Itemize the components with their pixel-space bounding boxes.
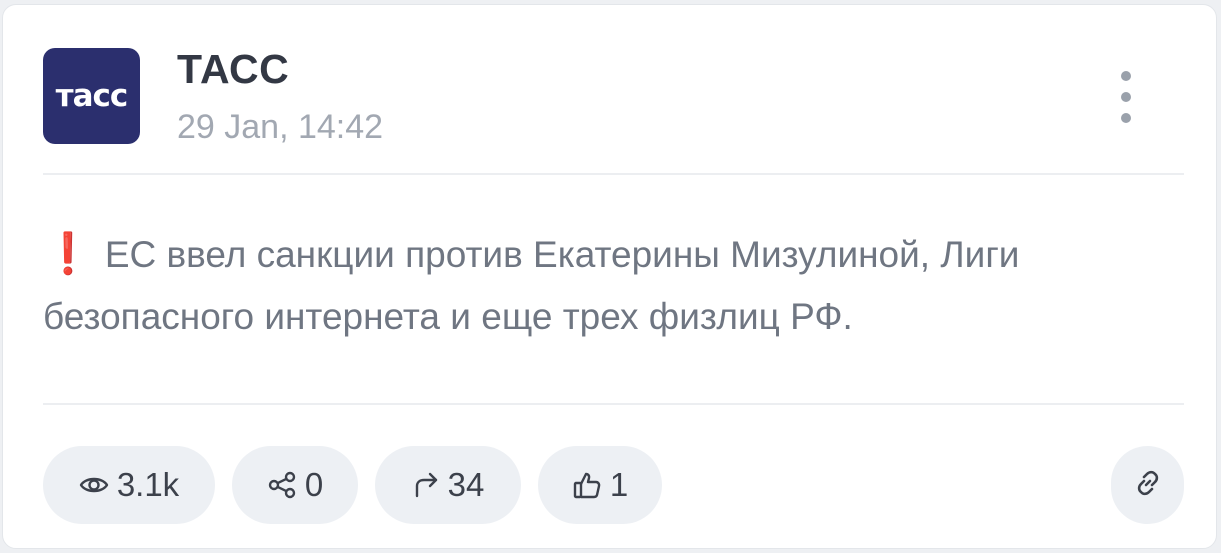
post-text: ❗ ЕС ввел санкции против Екатерины Мизули…	[43, 223, 1193, 348]
channel-logo-text: тасс	[55, 77, 129, 114]
thumbs-up-icon	[572, 470, 602, 500]
likes-stat[interactable]: 1	[538, 446, 662, 524]
eye-icon	[79, 473, 109, 497]
footer-divider	[43, 403, 1184, 405]
copy-link-button[interactable]	[1111, 446, 1184, 524]
exclamation-icon: ❗	[43, 232, 93, 276]
post-date: 29 Jan, 14:42	[177, 108, 384, 146]
post-card: тасс ТАСС 29 Jan, 14:42 ❗ ЕС ввел санкции…	[2, 4, 1217, 549]
forward-arrow-icon	[412, 471, 440, 499]
more-dot-icon	[1121, 113, 1131, 123]
likes-count: 1	[609, 466, 629, 503]
link-icon	[1133, 468, 1163, 503]
more-dot-icon	[1121, 92, 1131, 102]
shares-count: 0	[304, 466, 324, 503]
share-icon	[267, 470, 297, 500]
more-options-button[interactable]	[1108, 71, 1144, 123]
channel-avatar[interactable]: тасс	[43, 48, 140, 144]
more-dot-icon	[1121, 71, 1131, 81]
forwards-count: 34	[447, 466, 485, 503]
views-count: 3.1k	[116, 466, 180, 503]
header-divider	[43, 173, 1184, 175]
post-body: ЕС ввел санкции против Екатерины Мизулин…	[43, 234, 1020, 337]
views-stat[interactable]: 3.1k	[43, 446, 215, 524]
shares-stat[interactable]: 0	[232, 446, 358, 524]
forwards-stat[interactable]: 34	[375, 446, 521, 524]
channel-name[interactable]: ТАСС	[177, 49, 289, 90]
